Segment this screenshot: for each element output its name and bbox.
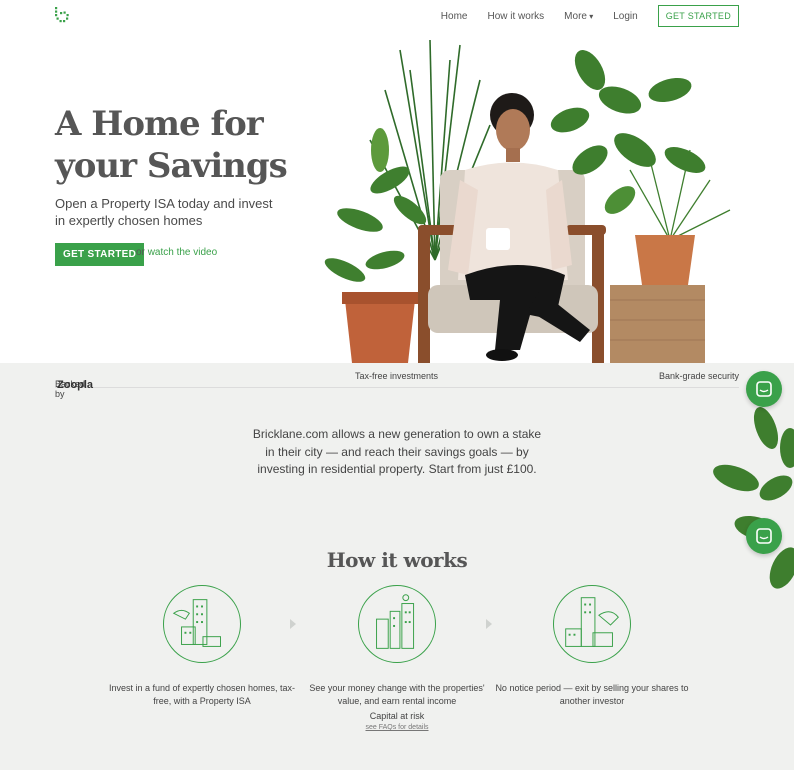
growing-towers-icon (358, 585, 436, 663)
chat-widget-button[interactable] (746, 371, 782, 407)
nav-how-it-works[interactable]: How it works (487, 11, 544, 22)
how-step-2: See your money change with the propertie… (297, 585, 497, 708)
step-2-caption: See your money change with the propertie… (309, 683, 485, 706)
how-step-3: No notice period — exit by selling your … (492, 585, 692, 708)
watch-video-link[interactable]: watch the video (148, 247, 218, 258)
chat-bubble-icon (756, 528, 772, 544)
capital-at-risk-label: Capital at risk (369, 711, 425, 721)
top-navigation: Home How it works More Login GET STARTED (441, 5, 739, 27)
hero-title: A Home for your Savings (55, 104, 288, 186)
hero-section: Home How it works More Login GET STARTED… (0, 0, 794, 363)
watch-video-link-wrap: or watch the video (136, 247, 217, 258)
nav-home[interactable]: Home (441, 11, 468, 22)
nav-login[interactable]: Login (613, 11, 637, 22)
nav-more-dropdown[interactable]: More (564, 11, 593, 22)
faq-link[interactable]: see FAQs for details (0, 724, 794, 731)
how-it-works-section: Backed by Zoopla Tax-free investments Ba… (0, 363, 794, 770)
sell-buildings-icon (553, 585, 631, 663)
hero-subtitle: Open a Property ISA today and invest in … (55, 196, 273, 228)
tax-free-label: Tax-free investments (355, 371, 439, 381)
bank-grade-security-label: Bank-grade security (658, 371, 739, 381)
how-step-1: Invest in a fund of expertly chosen home… (102, 585, 302, 708)
trust-strip: Backed by Zoopla Tax-free investments Ba… (55, 363, 739, 399)
how-it-works-title: How it works (326, 548, 468, 572)
bricklane-logo-icon[interactable] (54, 6, 70, 24)
step-arrow-icon (290, 619, 296, 629)
buildings-hand-icon (163, 585, 241, 663)
chat-bubble-icon (756, 381, 772, 397)
step-3-caption: No notice period — exit by selling your … (495, 683, 689, 706)
zoopla-logo: Zoopla (57, 379, 94, 391)
side-plant-decoration (713, 407, 794, 589)
chat-widget-button-secondary[interactable] (746, 518, 782, 554)
nav-get-started-button[interactable]: GET STARTED (657, 5, 739, 27)
video-prefix: or (136, 247, 145, 258)
step-1-caption: Invest in a fund of expertly chosen home… (108, 683, 296, 706)
hero-get-started-button[interactable]: GET STARTED (55, 243, 145, 266)
intro-paragraph: Bricklane.com allows a new generation to… (252, 427, 542, 476)
hero-photo-woman-with-plants (324, 39, 731, 363)
